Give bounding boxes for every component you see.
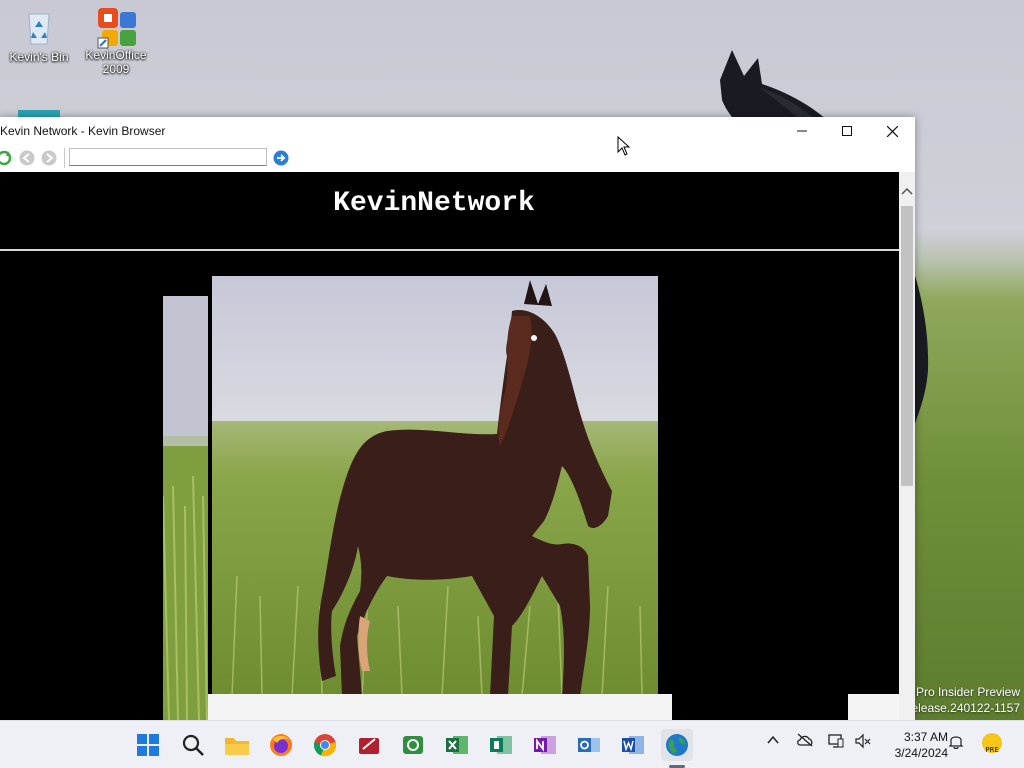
search-icon [182,734,204,756]
kevin-browser-icon [666,734,688,756]
kevinoffice-green-button[interactable] [397,729,429,761]
site-title: KevinNetwork [333,188,535,219]
window-title: Kevin Network - Kevin Browser [0,124,166,138]
refresh-icon [0,150,12,166]
desktop-icon-label: Kevin's Bin [9,50,69,64]
bell-icon[interactable] [948,733,964,749]
volume-muted-icon[interactable] [855,733,871,749]
start-icon [137,734,159,756]
scroll-up-icon[interactable] [899,183,915,199]
content-strip [208,694,672,720]
office-suite-icon [96,6,136,49]
firefox-button[interactable] [265,729,297,761]
forward-button[interactable] [41,150,57,166]
chrome-button[interactable] [309,729,341,761]
mouse-cursor-icon [617,136,631,156]
onenote-button[interactable] [529,729,561,761]
close-icon [886,125,898,137]
kevin-browser-button[interactable] [661,729,693,761]
onenote-icon [534,736,556,754]
watermark-line-2: release.240122-1157 [907,701,1020,715]
page-viewport: KevinNetwork [0,172,899,720]
chevron-up-icon[interactable] [766,733,780,747]
file-explorer-button[interactable] [221,729,253,761]
refresh-button[interactable] [0,150,12,166]
desktop-icon-bin[interactable]: Kevin's Bin [4,8,74,64]
vertical-scrollbar[interactable] [899,172,915,720]
insider-badge-text: PRE [985,746,999,754]
title-divider [0,249,899,251]
content-strip-right [848,694,899,720]
back-icon [19,150,35,166]
maximize-button[interactable] [824,117,870,145]
recycle-bin-icon [19,8,59,48]
scrollbar-thumb[interactable] [901,206,913,486]
desktop-icon-label: KevinOffice 2009 [85,48,147,76]
horse-photo-main [212,276,658,696]
word-button[interactable] [617,729,649,761]
address-bar[interactable] [69,148,267,166]
system-clock[interactable]: 3:37 AM 3/24/2024 [878,729,948,761]
horse-photo-back [163,296,208,720]
word-icon [622,736,644,754]
excel-button[interactable] [441,729,473,761]
kevinoffice-button[interactable] [353,729,385,761]
excel-icon [446,736,468,754]
insider-badge-icon: PRE [982,733,1002,754]
maximize-icon [842,126,852,136]
clock-time: 3:37 AM [903,730,948,744]
browser-toolbar [0,145,915,171]
watermark-line-1: Pro Insider Preview [915,685,1020,699]
publisher-icon [490,736,512,754]
display-icon[interactable] [828,733,844,749]
back-button[interactable] [19,150,35,166]
outlook-icon [578,738,600,752]
chrome-icon [314,734,336,757]
close-button[interactable] [869,117,915,145]
desktop-icon-office[interactable]: KevinOffice 2009 [81,6,151,76]
title-bar[interactable]: Kevin Network - Kevin Browser [0,117,915,145]
clock-date: 3/24/2024 [894,746,948,760]
toolbar-separator [64,148,65,168]
kevinoffice-icon [359,738,379,754]
taskbar: 3:37 AM 3/24/2024 PRE [0,720,1024,768]
browser-window: Kevin Network - Kevin Browser KevinNetwo… [0,117,915,720]
search-button[interactable] [177,729,209,761]
publisher-button[interactable] [485,729,517,761]
forward-icon [41,150,57,166]
file-explorer-icon [225,738,249,755]
start-button[interactable] [132,729,164,761]
outlook-button[interactable] [573,729,605,761]
go-icon [273,150,289,166]
minimize-icon [797,130,807,132]
kevinoffice-green-icon [403,736,423,754]
onedrive-offline-icon[interactable] [796,733,814,747]
minimize-button[interactable] [779,117,825,145]
go-button[interactable] [273,150,289,166]
insider-watermark: Pro Insider Preview release.240122-1157 [907,684,1020,716]
firefox-icon [270,734,292,756]
